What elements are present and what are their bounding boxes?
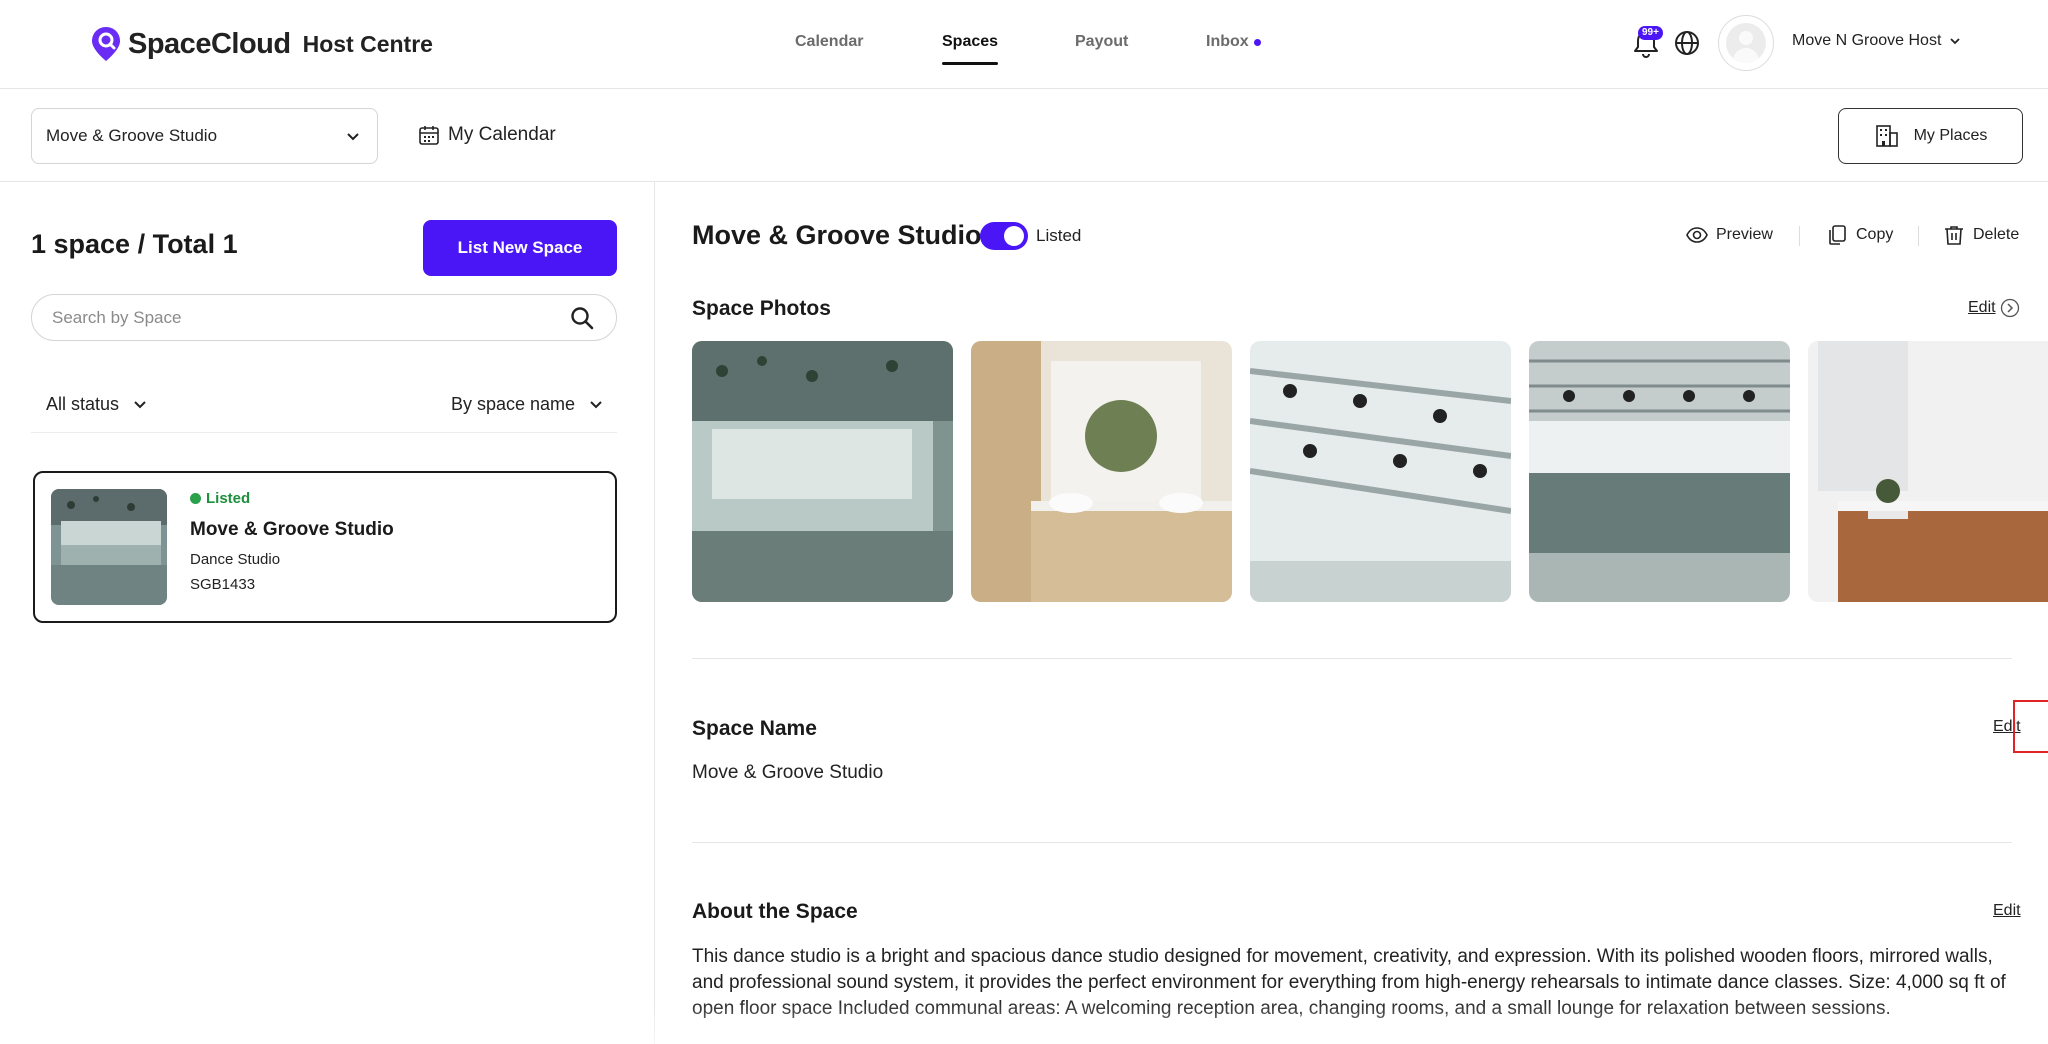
space-photo[interactable] bbox=[971, 341, 1232, 602]
space-photos-heading: Space Photos bbox=[692, 297, 831, 320]
space-card-code: SGB1433 bbox=[190, 576, 256, 593]
chevron-down-icon bbox=[1950, 38, 1961, 45]
delete-label: Delete bbox=[1973, 226, 2020, 243]
status-filter-label: All status bbox=[46, 394, 120, 414]
my-calendar-link[interactable]: My Calendar bbox=[418, 124, 556, 146]
studio-select-value: Move & Groove Studio bbox=[46, 126, 218, 145]
space-detail-panel: Move & Groove Studio Listed Preview Copy… bbox=[656, 182, 2048, 1044]
nav-spaces[interactable]: Spaces bbox=[942, 33, 999, 65]
space-title: Move & Groove Studio bbox=[692, 220, 982, 250]
nav-payout[interactable]: Payout bbox=[1075, 33, 1128, 51]
about-space-heading: About the Space bbox=[692, 900, 858, 923]
top-navbar: SpaceCloud Host Centre Calendar Spaces P… bbox=[0, 0, 2048, 89]
search-input[interactable]: Search by Space bbox=[31, 294, 617, 341]
chevron-right-circle-icon bbox=[2000, 298, 2019, 318]
photo-gallery bbox=[692, 341, 2048, 602]
space-thumbnail bbox=[51, 489, 167, 605]
section-divider bbox=[692, 842, 2012, 843]
copy-icon bbox=[1829, 225, 1846, 245]
chevron-down-icon bbox=[134, 400, 146, 408]
preview-button[interactable]: Preview bbox=[1686, 224, 1773, 246]
about-space-text: This dance studio is a bright and spacio… bbox=[692, 946, 2006, 1019]
trash-icon bbox=[1945, 226, 1963, 245]
nav-inbox[interactable]: Inbox bbox=[1206, 33, 1249, 51]
space-photo[interactable] bbox=[692, 341, 953, 602]
nav-calendar[interactable]: Calendar bbox=[795, 33, 863, 51]
edit-photos-label: Edit bbox=[1968, 299, 1996, 316]
space-card[interactable]: Listed Move & Groove Studio Dance Studio… bbox=[33, 471, 617, 623]
chevron-down-icon bbox=[347, 133, 359, 141]
default-avatar-icon bbox=[1726, 23, 1766, 63]
search-icon[interactable] bbox=[570, 306, 594, 330]
calendar-icon bbox=[419, 126, 439, 145]
space-photo[interactable] bbox=[1529, 341, 1790, 602]
section-divider bbox=[692, 658, 2012, 659]
sort-filter-label: By space name bbox=[451, 394, 576, 414]
copy-label: Copy bbox=[1856, 226, 1894, 243]
inbox-unread-dot bbox=[1254, 39, 1261, 46]
space-list-panel: 1 space / Total 1 List New Space Search … bbox=[0, 182, 655, 1044]
space-card-name: Move & Groove Studio bbox=[190, 519, 394, 540]
globe-icon[interactable] bbox=[1674, 30, 1700, 56]
space-name-value: Move & Groove Studio bbox=[692, 762, 884, 783]
my-places-label: My Places bbox=[1913, 127, 1988, 144]
delete-button[interactable]: Delete bbox=[1943, 224, 2019, 246]
my-calendar-label: My Calendar bbox=[448, 124, 556, 145]
user-menu[interactable]: Move N Groove Host bbox=[1792, 32, 1961, 50]
notification-badge: 99+ bbox=[1638, 26, 1663, 40]
avatar[interactable] bbox=[1718, 15, 1774, 71]
studio-select[interactable]: Move & Groove Studio bbox=[31, 108, 378, 164]
space-photo[interactable] bbox=[1808, 341, 2048, 602]
chevron-down-icon bbox=[590, 400, 602, 408]
sub-header: Move & Groove Studio My Calendar My Plac… bbox=[0, 89, 2048, 182]
sort-filter[interactable]: By space name bbox=[451, 394, 603, 415]
status-badge: Listed bbox=[190, 490, 250, 507]
search-placeholder: Search by Space bbox=[52, 307, 182, 327]
space-card-type: Dance Studio bbox=[190, 551, 281, 568]
user-name: Move N Groove Host bbox=[1792, 32, 1942, 49]
eye-icon bbox=[1686, 227, 1708, 243]
space-count-title: 1 space / Total 1 bbox=[31, 229, 238, 259]
list-new-space-button[interactable]: List New Space bbox=[423, 220, 617, 276]
status-filter[interactable]: All status bbox=[46, 394, 147, 415]
action-divider bbox=[1918, 226, 1919, 246]
listed-toggle-label: Listed bbox=[1036, 226, 1082, 245]
edit-photos-link[interactable]: Edit bbox=[1968, 298, 2020, 318]
action-divider bbox=[1799, 226, 1800, 246]
space-photo[interactable] bbox=[1250, 341, 1511, 602]
building-icon bbox=[1875, 125, 1898, 147]
edit-about-link[interactable]: Edit bbox=[1993, 902, 2021, 920]
space-name-heading: Space Name bbox=[692, 717, 817, 740]
listed-toggle[interactable] bbox=[980, 222, 1028, 250]
preview-label: Preview bbox=[1716, 226, 1773, 243]
edit-highlight-box bbox=[2013, 700, 2048, 753]
copy-button[interactable]: Copy bbox=[1826, 224, 1893, 246]
filter-divider bbox=[31, 432, 617, 433]
my-places-button[interactable]: My Places bbox=[1838, 108, 2023, 164]
